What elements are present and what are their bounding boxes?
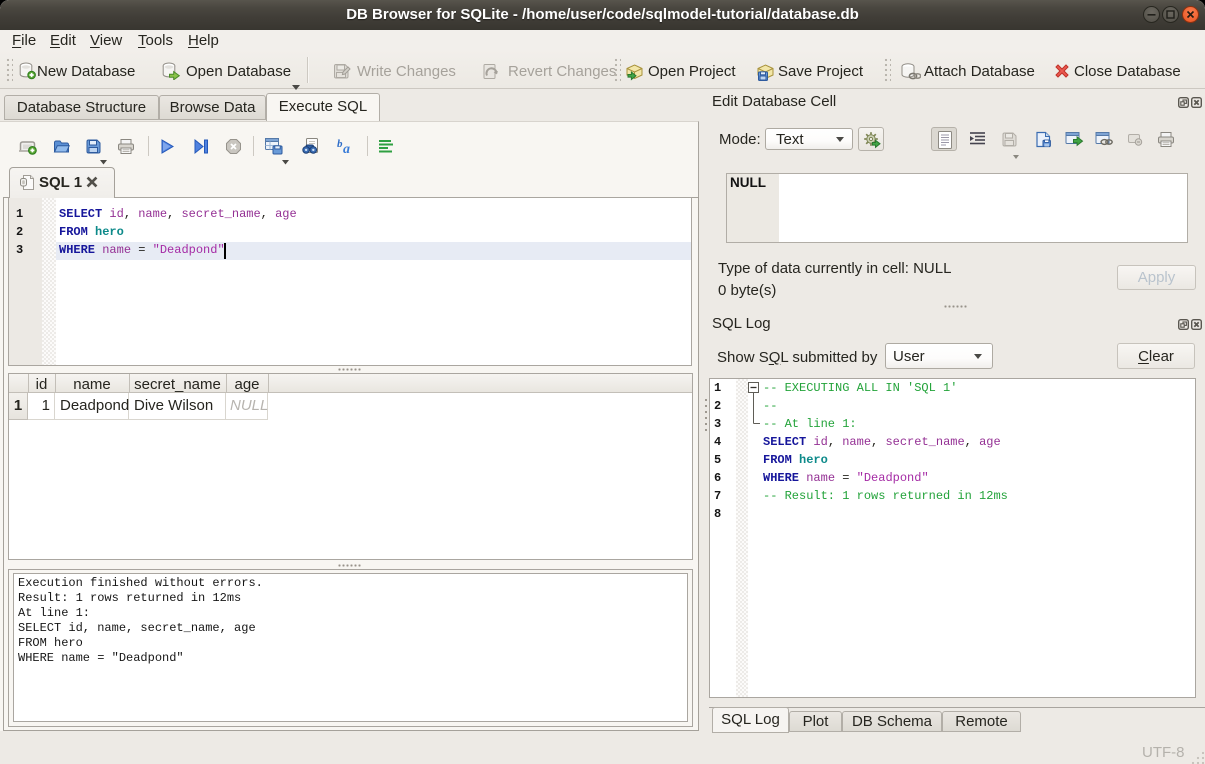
svg-text:a: a — [343, 142, 350, 156]
